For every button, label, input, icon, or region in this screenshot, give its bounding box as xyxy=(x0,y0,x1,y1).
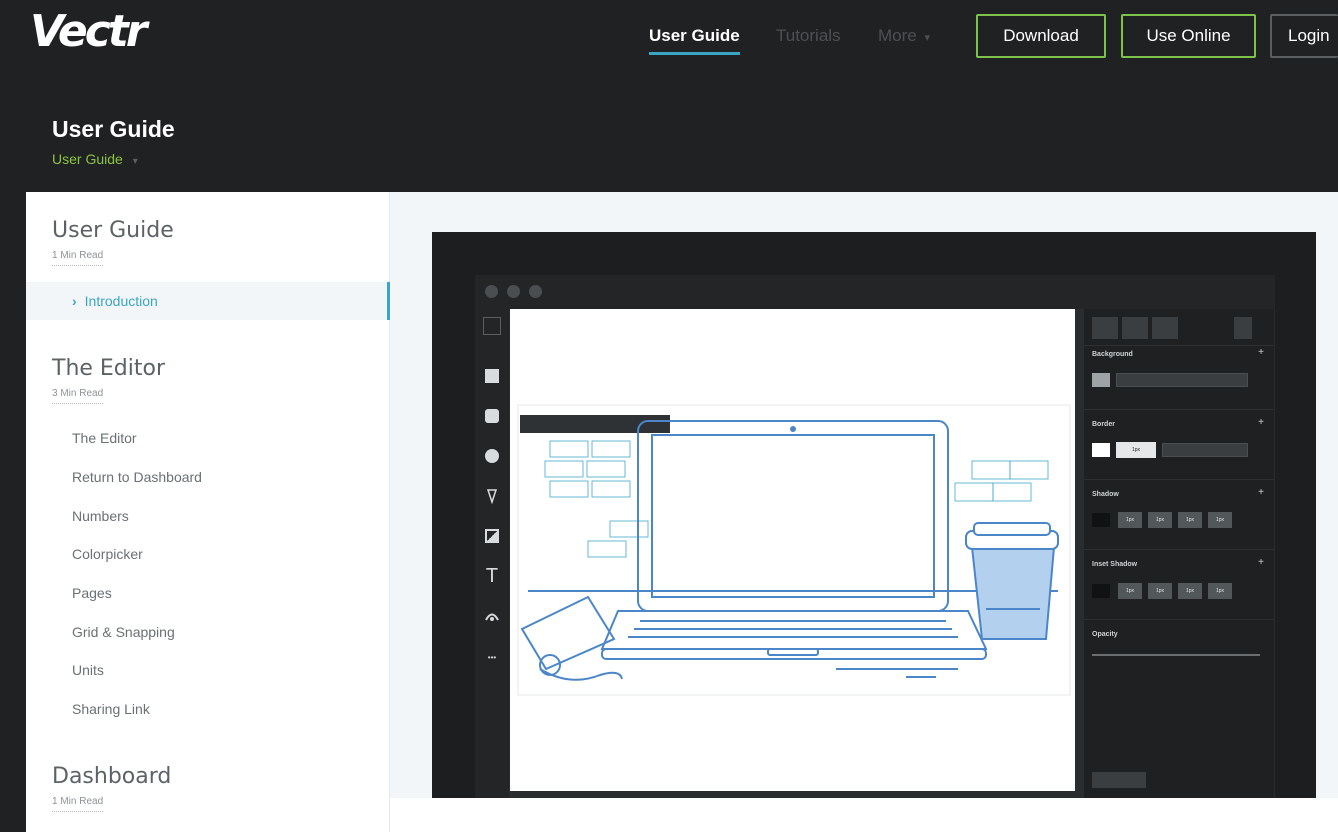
breadcrumb-label: User Guide xyxy=(52,151,123,167)
background-swatch xyxy=(1092,373,1110,387)
link-icon xyxy=(1152,317,1178,339)
chevron-right-icon: › xyxy=(72,293,77,309)
login-button[interactable]: Login xyxy=(1270,14,1338,58)
ellipse-icon xyxy=(483,447,501,465)
chevron-down-icon: ▾ xyxy=(132,156,138,167)
text-icon: T xyxy=(485,565,499,587)
inset-shadow-label: Inset Shadow xyxy=(1092,561,1138,568)
align-icon xyxy=(1092,317,1118,339)
layers-icon xyxy=(1234,317,1252,339)
divider xyxy=(1084,409,1274,410)
rectangle-icon xyxy=(483,367,501,385)
divider xyxy=(1084,549,1274,550)
sidebar-item-the-editor[interactable]: The Editor xyxy=(72,430,137,446)
pen-icon xyxy=(483,487,501,505)
sidebar-item-label: › Introduction xyxy=(72,293,158,309)
divider xyxy=(1084,479,1274,480)
window-minimize-dot xyxy=(507,285,520,298)
sidebar-item-pages[interactable]: Pages xyxy=(72,585,112,601)
section-title-the-editor[interactable]: The Editor xyxy=(52,356,165,381)
background-label: Background xyxy=(1092,351,1133,358)
page-header: User Guide User Guide ▾ xyxy=(0,96,1338,192)
path-icon xyxy=(483,607,501,625)
content-footer xyxy=(390,798,1338,832)
inset-blur-field: 1px xyxy=(1178,583,1202,599)
vectr-logo[interactable]: Vectr xyxy=(30,6,148,57)
section-read-time: 1 Min Read xyxy=(52,796,104,812)
border-width-field: 1px xyxy=(1116,442,1156,458)
window-titlebar xyxy=(475,275,1275,309)
page-title: User Guide xyxy=(52,116,175,142)
opacity-label: Opacity xyxy=(1092,631,1118,638)
introduction-label: Introduction xyxy=(84,293,158,309)
panel-footer-button xyxy=(1092,772,1146,788)
sidebar-item-return-to-dashboard[interactable]: Return to Dashboard xyxy=(72,469,202,485)
sidebar-item-grid-snapping[interactable]: Grid & Snapping xyxy=(72,624,175,640)
sidebar-item-sharing-link[interactable]: Sharing Link xyxy=(72,701,150,717)
add-border-icon: + xyxy=(1258,417,1264,428)
sidebar-item-numbers[interactable]: Numbers xyxy=(72,508,129,524)
shadow-label: Shadow xyxy=(1092,491,1119,498)
shadow-swatch xyxy=(1092,513,1110,527)
shadow-x-field: 1px xyxy=(1118,512,1142,528)
section-title-user-guide[interactable]: User Guide xyxy=(52,218,174,243)
editor-canvas xyxy=(510,309,1075,791)
sidebar-item-units[interactable]: Units xyxy=(72,662,104,678)
editor-toolbar: T ••• xyxy=(475,309,509,798)
image-icon xyxy=(483,527,501,545)
properties-panel: Background + Border + 1px Shadow + 1px 1… xyxy=(1084,309,1274,798)
border-label: Border xyxy=(1092,421,1115,428)
divider xyxy=(1084,345,1274,346)
section-title-dashboard[interactable]: Dashboard xyxy=(52,764,171,789)
rounded-rectangle-icon xyxy=(483,407,501,425)
sidebar-item-colorpicker[interactable]: Colorpicker xyxy=(72,546,143,562)
opacity-slider xyxy=(1092,654,1260,656)
window-maximize-dot xyxy=(529,285,542,298)
inset-x-field: 1px xyxy=(1118,583,1142,599)
select-icon xyxy=(483,317,501,335)
inset-shadow-swatch xyxy=(1092,584,1110,598)
use-online-button[interactable]: Use Online xyxy=(1121,14,1256,58)
divider xyxy=(1084,619,1274,620)
add-background-icon: + xyxy=(1258,347,1264,358)
download-button[interactable]: Download xyxy=(976,14,1106,58)
header-edge xyxy=(0,192,26,232)
more-icon: ••• xyxy=(487,653,497,662)
window-close-dot xyxy=(485,285,498,298)
nav-more[interactable]: More ▾ xyxy=(878,26,930,46)
add-inset-shadow-icon: + xyxy=(1258,557,1264,568)
inset-y-field: 1px xyxy=(1148,583,1172,599)
nav-tutorials[interactable]: Tutorials xyxy=(776,26,841,46)
top-navbar: Vectr User Guide Tutorials More ▾ Downlo… xyxy=(0,0,1338,96)
section-read-time: 1 Min Read xyxy=(52,250,104,266)
shadow-spread-field: 1px xyxy=(1208,512,1232,528)
laptop-illustration xyxy=(517,404,1071,696)
sidebar: User Guide 1 Min Read › Introduction The … xyxy=(26,192,390,832)
nav-user-guide[interactable]: User Guide xyxy=(649,26,740,55)
breadcrumb[interactable]: User Guide ▾ xyxy=(52,151,138,167)
shadow-blur-field: 1px xyxy=(1178,512,1202,528)
nav-more-label: More xyxy=(878,26,917,45)
border-style-select xyxy=(1162,443,1248,457)
chevron-down-icon: ▾ xyxy=(924,32,930,44)
add-shadow-icon: + xyxy=(1258,487,1264,498)
distribute-icon xyxy=(1122,317,1148,339)
section-read-time: 3 Min Read xyxy=(52,388,104,404)
shadow-y-field: 1px xyxy=(1148,512,1172,528)
background-select xyxy=(1116,373,1248,387)
border-swatch xyxy=(1092,443,1110,457)
inset-spread-field: 1px xyxy=(1208,583,1232,599)
sidebar-item-introduction[interactable]: › Introduction xyxy=(26,282,390,320)
